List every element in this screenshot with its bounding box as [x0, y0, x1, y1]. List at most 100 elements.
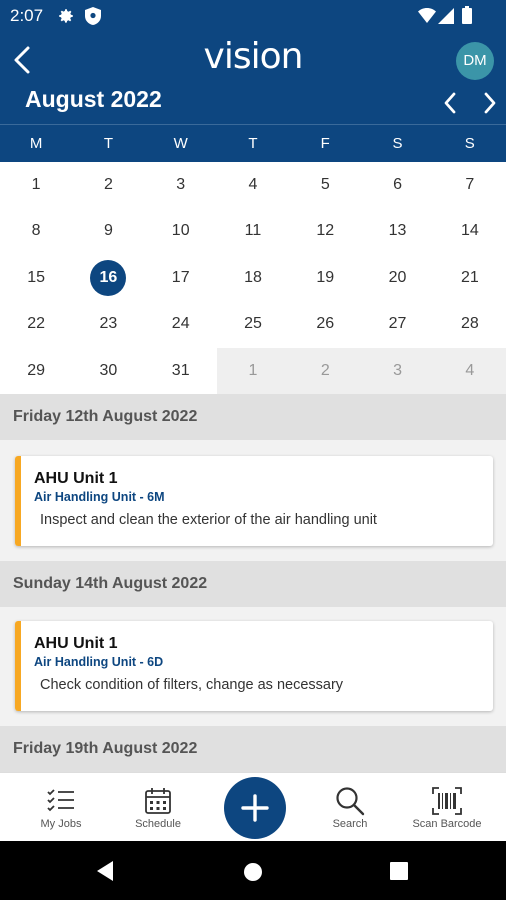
calendar-day[interactable]: 21: [434, 255, 506, 301]
calendar-day[interactable]: 18: [217, 255, 289, 301]
calendar-day-number: 22: [27, 315, 46, 333]
status-bar: 2:07: [0, 0, 506, 32]
calendar-day-number: 4: [248, 176, 258, 193]
add-job-button[interactable]: [224, 777, 286, 839]
calendar-day-number: 1: [248, 361, 258, 379]
job-title: AHU Unit 1: [34, 470, 118, 487]
calendar-day-number: 30: [99, 361, 118, 379]
weekday-label: S: [392, 135, 403, 152]
calendar-day-number: 5: [320, 176, 330, 193]
calendar-day[interactable]: 17: [145, 255, 217, 301]
nav-scan-barcode[interactable]: Scan Barcode: [400, 773, 494, 842]
job-card[interactable]: AHU Unit 1 Air Handling Unit - 6D Check …: [15, 621, 493, 711]
weekday-label: M: [29, 135, 43, 152]
calendar-day[interactable]: 27: [361, 301, 433, 347]
nav-search[interactable]: Search: [310, 773, 390, 842]
calendar-day[interactable]: 20: [361, 255, 433, 301]
calendar-icon: [145, 788, 171, 814]
calendar-day-number: 8: [31, 222, 41, 240]
job-subtitle: Air Handling Unit - 6M: [34, 490, 165, 504]
chevron-right-icon[interactable]: [480, 90, 500, 116]
calendar-day-number: 29: [27, 361, 46, 379]
calendar-day-number: 9: [103, 222, 113, 240]
calendar-day[interactable]: 12: [289, 208, 361, 254]
weekday-label: T: [248, 135, 258, 152]
calendar-day-number: 14: [460, 222, 479, 240]
calendar-day[interactable]: 4: [217, 162, 289, 208]
calendar-day[interactable]: 13: [361, 208, 433, 254]
calendar-day[interactable]: 1: [216, 347, 290, 394]
vision-logo: vision: [203, 36, 304, 77]
job-status-stripe: [15, 456, 21, 546]
calendar-day[interactable]: 8: [0, 208, 72, 254]
date-section-header: Sunday 14th August 2022: [0, 561, 506, 607]
calendar-day-number: 12: [316, 222, 335, 240]
calendar-day-number: 20: [388, 268, 407, 286]
calendar-day[interactable]: 30: [72, 348, 144, 394]
system-back-icon[interactable]: [95, 860, 115, 882]
calendar-day-number: 23: [99, 315, 118, 333]
nav-label: Scan Barcode: [412, 818, 482, 830]
calendar-day-number: 25: [244, 315, 262, 333]
system-home-icon[interactable]: [243, 862, 263, 882]
calendar-day-number: 1: [31, 176, 41, 193]
calendar-day[interactable]: 7: [434, 162, 506, 208]
nav-schedule[interactable]: Schedule: [118, 773, 198, 842]
date-section-header: Friday 12th August 2022: [0, 394, 506, 440]
calendar-day[interactable]: 4: [433, 347, 506, 394]
calendar-day[interactable]: 28: [434, 301, 506, 347]
calendar-day[interactable]: 22: [0, 301, 72, 347]
calendar-day[interactable]: 15: [0, 255, 72, 301]
calendar-day-number: 24: [171, 315, 190, 333]
calendar-day[interactable]: 11: [217, 208, 289, 254]
weekday-label: F: [320, 135, 330, 152]
calendar-day[interactable]: 9: [72, 208, 144, 254]
calendar-day[interactable]: 10: [145, 208, 217, 254]
settings-icon: [59, 9, 73, 23]
job-description: Check condition of filters, change as ne…: [40, 677, 344, 693]
calendar-day[interactable]: 5: [289, 162, 361, 208]
calendar-day[interactable]: 1: [0, 162, 72, 208]
calendar-day-number: 2: [320, 361, 330, 379]
wifi-icon: [418, 8, 436, 23]
calendar-day-number: 27: [388, 315, 407, 333]
system-recents-icon[interactable]: [390, 862, 408, 880]
nav-label: Schedule: [135, 818, 181, 830]
calendar-day-number: 16: [90, 259, 127, 296]
calendar-day-number: 18: [244, 268, 262, 286]
battery-icon: [462, 6, 472, 24]
calendar-day[interactable]: 29: [0, 348, 72, 394]
calendar-day[interactable]: 2: [72, 162, 144, 208]
shield-icon: [85, 7, 101, 25]
calendar-day[interactable]: 26: [289, 301, 361, 347]
calendar-day-number: 31: [171, 361, 190, 379]
calendar-day-number: 26: [316, 315, 335, 333]
calendar-day-number: 7: [465, 176, 475, 193]
calendar-day-number: 4: [465, 361, 475, 379]
calendar-day-number: 15: [27, 268, 46, 286]
weekday-label: W: [173, 135, 188, 152]
calendar-day[interactable]: 31: [145, 348, 217, 394]
calendar-day[interactable]: 25: [217, 301, 289, 347]
chevron-left-icon[interactable]: [440, 90, 460, 116]
calendar-day[interactable]: 2: [289, 347, 362, 394]
calendar-day-selected[interactable]: 16: [72, 255, 144, 301]
calendar-day[interactable]: 19: [289, 255, 361, 301]
avatar[interactable]: DM: [456, 42, 494, 80]
nav-my-jobs[interactable]: My Jobs: [22, 773, 100, 842]
calendar-day[interactable]: 23: [72, 301, 144, 347]
system-navigation-bar: [0, 841, 506, 900]
calendar-day-number: 19: [316, 268, 335, 286]
app-header: 2:07 vision DM August 2022 M T W T F S S: [0, 0, 506, 162]
calendar-day[interactable]: 6: [361, 162, 433, 208]
job-card[interactable]: AHU Unit 1 Air Handling Unit - 6M Inspec…: [15, 456, 493, 546]
barcode-icon: [432, 787, 462, 815]
month-title: August 2022: [25, 86, 162, 112]
calendar-grid: 1 2 3 4 5 6 7 8 9 10 11 12 13 14 15 16 17 18 19 20 21 22 23 24 2…: [0, 162, 506, 394]
calendar-day-number: 2: [103, 176, 113, 193]
weekday-label: S: [464, 135, 475, 152]
calendar-day[interactable]: 24: [145, 301, 217, 347]
calendar-day[interactable]: 14: [434, 208, 506, 254]
calendar-day[interactable]: 3: [361, 347, 434, 394]
calendar-day[interactable]: 3: [145, 162, 217, 208]
